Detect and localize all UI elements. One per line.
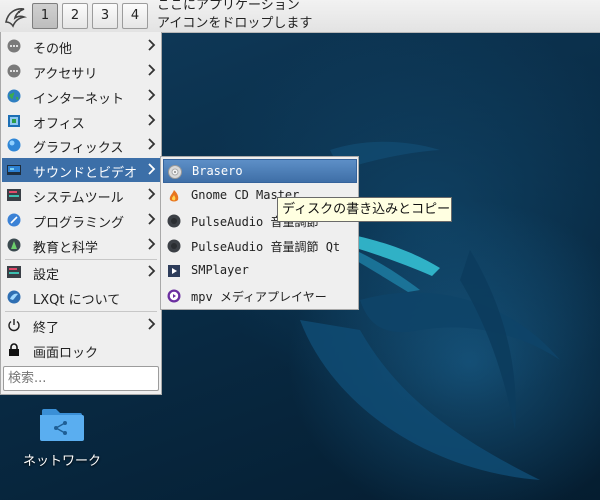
office-icon (8, 115, 20, 127)
menu-item-office[interactable]: オフィス (2, 109, 160, 133)
menu-item-programming[interactable]: プログラミング (2, 208, 160, 232)
submenu-item-label: PulseAudio 音量調節 Qt (191, 240, 341, 254)
workspace-4-button[interactable]: 4 (122, 3, 148, 29)
submenu-item-mpv[interactable]: mpv メディアプレイヤー (163, 284, 357, 308)
globe-icon (7, 89, 21, 103)
submenu-item-label: SMPlayer (191, 263, 249, 277)
menu-item-label: その他 (33, 42, 73, 57)
menu-item-label: LXQt について (33, 293, 121, 308)
start-menu: その他 アクセサリ インターネット オフィス グラフィックス サウンドとビデオ … (0, 32, 162, 395)
quicklaunch-hint-text: ここにアプリケーション アイコンをドロップします (157, 0, 313, 31)
pulseaudio-qt-icon (167, 239, 181, 253)
chevron-right-icon (148, 318, 156, 330)
menu-item-label: インターネット (33, 92, 125, 107)
workspace-3-button[interactable]: 3 (92, 3, 118, 29)
menu-item-settings[interactable]: 設定 (2, 260, 160, 284)
chevron-right-icon (148, 138, 156, 150)
workspace-2-button[interactable]: 2 (62, 3, 88, 29)
menu-item-sound-video[interactable]: サウンドとビデオ (2, 158, 160, 182)
menu-item-other[interactable]: その他 (2, 34, 160, 58)
sound-video-submenu: Brasero Gnome CD Master PulseAudio 音量調節 … (160, 156, 359, 310)
settings-icon (7, 266, 21, 278)
submenu-item-brasero[interactable]: Brasero (163, 159, 357, 183)
menu-item-graphics[interactable]: グラフィックス (2, 133, 160, 157)
menu-separator (5, 311, 157, 312)
top-panel: 1 2 3 4 ここにアプリケーション アイコンをドロップします (0, 0, 600, 33)
chevron-right-icon (148, 39, 156, 51)
pulseaudio-icon (167, 214, 181, 228)
brasero-icon (168, 165, 182, 179)
menu-item-system-tools[interactable]: システムツール (2, 183, 160, 207)
submenu-item-pulseaudio-qt[interactable]: PulseAudio 音量調節 Qt (163, 234, 357, 258)
menu-item-label: 設定 (33, 268, 60, 283)
programming-icon (7, 213, 21, 227)
menu-item-label: 終了 (33, 321, 60, 336)
menu-item-about-lxqt[interactable]: LXQt について (2, 285, 160, 309)
chevron-right-icon (148, 114, 156, 126)
brasero-tooltip: ディスクの書き込みとコピー (277, 197, 452, 222)
lock-icon (9, 343, 19, 356)
menu-item-internet[interactable]: インターネット (2, 84, 160, 108)
chevron-right-icon (148, 265, 156, 277)
chevron-right-icon (148, 213, 156, 225)
menu-item-accessories[interactable]: アクセサリ (2, 59, 160, 83)
network-icon-label[interactable]: ネットワーク (12, 450, 112, 469)
submenu-item-label: mpv メディアプレイヤー (191, 290, 327, 304)
network-folder-icon[interactable] (38, 403, 86, 443)
chevron-right-icon (148, 89, 156, 101)
mpv-icon (167, 289, 181, 303)
menu-item-label: アクセサリ (33, 67, 98, 82)
menu-item-lock-screen[interactable]: 画面ロック (2, 338, 160, 362)
power-icon (8, 319, 20, 332)
menu-search-input[interactable] (3, 366, 159, 391)
chevron-right-icon (148, 163, 156, 175)
submenu-item-smplayer[interactable]: SMPlayer (163, 259, 357, 283)
multimedia-icon (7, 165, 21, 175)
menu-item-label: 画面ロック (33, 346, 99, 361)
start-menu-button[interactable] (2, 2, 28, 30)
more-icon (7, 39, 21, 53)
system-tools-icon (7, 189, 21, 201)
graphics-icon (7, 138, 21, 152)
lxqt-bird-icon (5, 8, 28, 28)
gnome-cd-master-icon (169, 190, 179, 202)
workspace-1-button[interactable]: 1 (32, 3, 58, 29)
menu-item-label: オフィス (33, 117, 85, 132)
submenu-item-label: Brasero (192, 164, 243, 178)
chevron-right-icon (148, 238, 156, 250)
chevron-right-icon (148, 188, 156, 200)
lxqt-icon (7, 290, 21, 304)
menu-item-label: 教育と科学 (33, 241, 99, 256)
menu-item-label: プログラミング (33, 216, 125, 231)
chevron-right-icon (148, 64, 156, 76)
menu-item-education[interactable]: 教育と科学 (2, 233, 160, 257)
smplayer-icon (168, 265, 180, 277)
menu-item-label: システムツール (33, 191, 124, 206)
accessories-icon (7, 64, 21, 78)
education-icon (7, 238, 21, 252)
menu-item-leave[interactable]: 終了 (2, 313, 160, 337)
menu-item-label: サウンドとビデオ (33, 166, 138, 181)
menu-item-label: グラフィックス (33, 141, 124, 156)
quicklaunch-drop-area[interactable]: ここにアプリケーション アイコンをドロップします (157, 0, 312, 33)
